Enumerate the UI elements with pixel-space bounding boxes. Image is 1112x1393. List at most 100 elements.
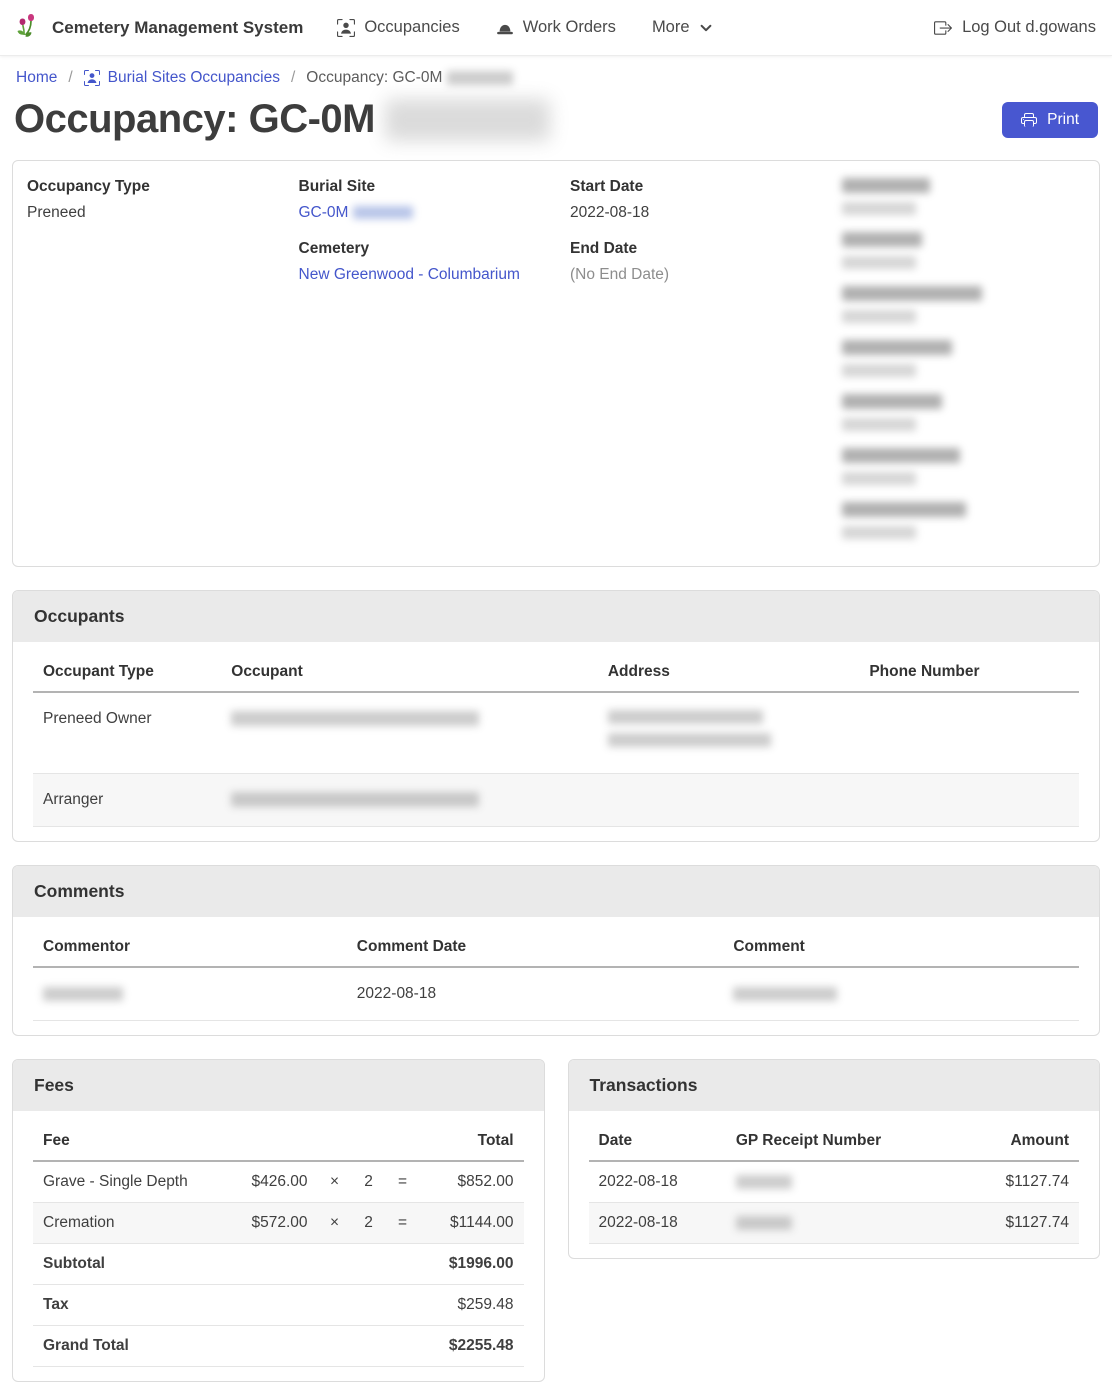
col-comment-date: Comment Date bbox=[347, 925, 724, 967]
print-button[interactable]: Print bbox=[1002, 102, 1098, 138]
redacted-field bbox=[842, 394, 1086, 431]
breadcrumb-home[interactable]: Home bbox=[16, 69, 57, 87]
person-bounding-box-icon bbox=[84, 70, 100, 86]
fee-multiply-cell: × bbox=[318, 1203, 352, 1244]
top-navbar: Cemetery Management System Occupancies W… bbox=[0, 0, 1112, 56]
table-row: Preneed Owner bbox=[33, 692, 1079, 774]
detail-col-4-redacted bbox=[828, 178, 1100, 556]
table-header-row: Occupant Type Occupant Address Phone Num… bbox=[33, 650, 1079, 692]
fee-name-cell: Cremation bbox=[33, 1203, 226, 1244]
occupants-table: Occupant Type Occupant Address Phone Num… bbox=[33, 650, 1079, 827]
subtotal-value: $1996.00 bbox=[420, 1244, 524, 1285]
logout-button[interactable]: Log Out d.gowans bbox=[934, 18, 1096, 37]
occupant-type-cell: Preneed Owner bbox=[33, 692, 221, 774]
cemetery-link[interactable]: New Greenwood - Columbarium bbox=[299, 266, 520, 283]
transactions-body: Date GP Receipt Number Amount 2022-08-18… bbox=[569, 1111, 1100, 1258]
print-button-label: Print bbox=[1047, 111, 1079, 129]
fee-price-cell: $426.00 bbox=[226, 1161, 318, 1203]
hard-hat-icon bbox=[496, 19, 514, 37]
nav-item-work-orders[interactable]: Work Orders bbox=[496, 18, 616, 37]
grand-total-row: Grand Total $2255.48 bbox=[33, 1326, 524, 1367]
fee-name-cell: Grave - Single Depth bbox=[33, 1161, 226, 1203]
comments-header: Comments bbox=[13, 866, 1099, 917]
redacted-field bbox=[842, 232, 1086, 269]
nav-label-work-orders: Work Orders bbox=[523, 18, 616, 37]
fee-multiply-cell: × bbox=[318, 1161, 352, 1203]
amount-cell: $1127.74 bbox=[942, 1161, 1079, 1203]
subtotal-label: Subtotal bbox=[33, 1244, 420, 1285]
logout-label: Log Out d.gowans bbox=[962, 18, 1096, 37]
comments-body: Commentor Comment Date Comment 2022-08-1… bbox=[13, 917, 1099, 1035]
fee-equals-cell: = bbox=[386, 1203, 420, 1244]
commentor-cell bbox=[33, 967, 347, 1021]
redacted-field bbox=[842, 178, 1086, 215]
col-occupant: Occupant bbox=[221, 650, 598, 692]
fee-total-cell: $852.00 bbox=[420, 1161, 524, 1203]
occupants-card: Occupants Occupant Type Occupant Address… bbox=[12, 590, 1100, 842]
receipt-number-cell bbox=[726, 1161, 942, 1203]
phone-cell bbox=[859, 774, 1079, 827]
transactions-table: Date GP Receipt Number Amount 2022-08-18… bbox=[589, 1119, 1080, 1244]
fees-header: Fees bbox=[13, 1060, 544, 1111]
field-occupancy-type: Occupancy Type Preneed bbox=[27, 178, 271, 223]
comments-card: Comments Commentor Comment Date Comment … bbox=[12, 865, 1100, 1036]
redacted-field bbox=[842, 502, 1086, 539]
detail-col-1: Occupancy Type Preneed bbox=[13, 178, 285, 556]
col-total: Total bbox=[420, 1119, 524, 1161]
transaction-date-cell: 2022-08-18 bbox=[589, 1161, 726, 1203]
tax-row: Tax $259.48 bbox=[33, 1285, 524, 1326]
field-label: Start Date bbox=[570, 178, 814, 196]
tulip-logo-icon bbox=[16, 13, 42, 43]
occupant-cell bbox=[221, 692, 598, 774]
field-cemetery: Cemetery New Greenwood - Columbarium bbox=[299, 240, 543, 285]
comment-cell bbox=[723, 967, 1079, 1021]
breadcrumb-burial-sites-occupancies[interactable]: Burial Sites Occupancies bbox=[84, 69, 280, 87]
field-end-date: End Date (No End Date) bbox=[570, 240, 814, 285]
field-start-date: Start Date 2022-08-18 bbox=[570, 178, 814, 223]
comment-date-cell: 2022-08-18 bbox=[347, 967, 724, 1021]
col-comment: Comment bbox=[723, 925, 1079, 967]
breadcrumb-current: Occupancy: GC-0M bbox=[306, 69, 513, 87]
redacted-field bbox=[842, 448, 1086, 485]
detail-grid: Occupancy Type Preneed Burial Site GC-0M… bbox=[13, 161, 1099, 566]
transaction-date-cell: 2022-08-18 bbox=[589, 1203, 726, 1244]
col-address: Address bbox=[598, 650, 860, 692]
nav-item-occupancies[interactable]: Occupancies bbox=[337, 18, 459, 37]
person-bounding-box-icon bbox=[337, 19, 355, 37]
col-occupant-type: Occupant Type bbox=[33, 650, 221, 692]
fee-equals-cell: = bbox=[386, 1161, 420, 1203]
fee-price-cell: $572.00 bbox=[226, 1203, 318, 1244]
redacted-occupancy-id bbox=[447, 71, 513, 85]
table-row: 2022-08-18 $1127.74 bbox=[589, 1161, 1080, 1203]
field-burial-site: Burial Site GC-0M bbox=[299, 178, 543, 223]
bottom-grid: Fees Fee Total Grave - Single Depth $426… bbox=[12, 1059, 1100, 1382]
table-row: 2022-08-18 $1127.74 bbox=[589, 1203, 1080, 1244]
field-value: (No End Date) bbox=[570, 265, 814, 285]
table-row: 2022-08-18 bbox=[33, 967, 1079, 1021]
fees-table: Fee Total Grave - Single Depth $426.00 ×… bbox=[33, 1119, 524, 1367]
table-header-row: Fee Total bbox=[33, 1119, 524, 1161]
fee-quantity-cell: 2 bbox=[352, 1161, 386, 1203]
address-cell bbox=[598, 774, 860, 827]
grand-total-value: $2255.48 bbox=[420, 1326, 524, 1367]
comments-table: Commentor Comment Date Comment 2022-08-1… bbox=[33, 925, 1079, 1021]
phone-cell bbox=[859, 692, 1079, 774]
occupant-cell bbox=[221, 774, 598, 827]
redacted-field bbox=[842, 340, 1086, 377]
fees-card: Fees Fee Total Grave - Single Depth $426… bbox=[12, 1059, 545, 1382]
nav-label-occupancies: Occupancies bbox=[364, 18, 459, 37]
detail-col-2: Burial Site GC-0M Cemetery New Greenwood… bbox=[285, 178, 557, 556]
app-title: Cemetery Management System bbox=[52, 18, 303, 38]
transactions-header: Transactions bbox=[569, 1060, 1100, 1111]
field-label: Burial Site bbox=[299, 178, 543, 196]
field-label: End Date bbox=[570, 240, 814, 258]
field-value: Preneed bbox=[27, 203, 271, 223]
chevron-down-icon bbox=[699, 21, 713, 35]
burial-site-link[interactable]: GC-0M bbox=[299, 204, 349, 221]
app-brand[interactable]: Cemetery Management System bbox=[16, 13, 303, 43]
field-label: Occupancy Type bbox=[27, 178, 271, 196]
printer-icon bbox=[1021, 112, 1037, 128]
grand-total-label: Grand Total bbox=[33, 1326, 420, 1367]
col-date: Date bbox=[589, 1119, 726, 1161]
nav-item-more[interactable]: More bbox=[652, 18, 713, 37]
